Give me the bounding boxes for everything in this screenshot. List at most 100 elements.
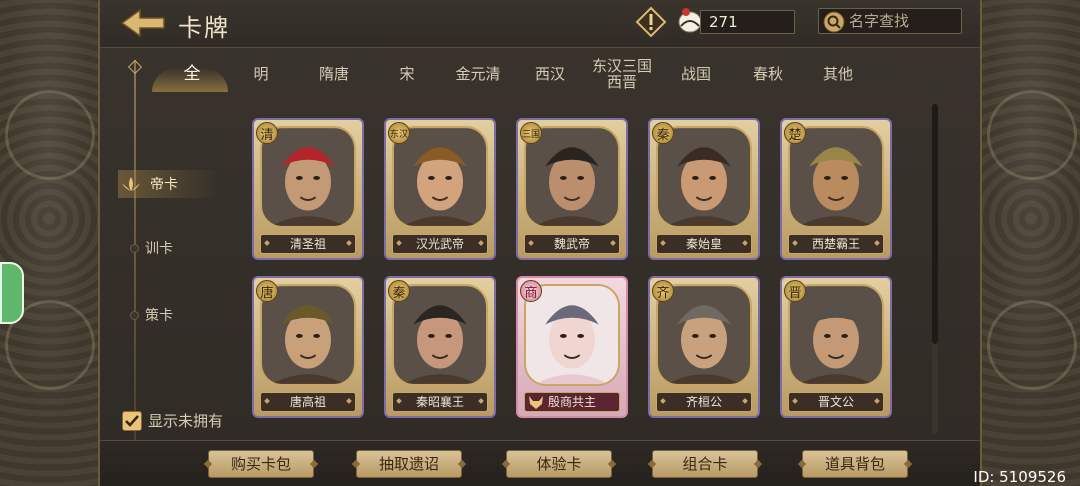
hero-card[interactable]: 唐唐高祖 xyxy=(252,276,364,418)
hero-name-plate: 晋文公 xyxy=(788,392,884,412)
portrait-frame xyxy=(524,126,620,228)
hero-card[interactable]: 商殷商共主 xyxy=(516,276,628,418)
show-unowned-toggle[interactable]: 显示未拥有 xyxy=(122,410,223,431)
dynasty-badge: 楚 xyxy=(784,122,806,144)
hero-name-plate: 魏武帝 xyxy=(524,234,620,254)
portrait-frame xyxy=(260,284,356,386)
dragon-ornament xyxy=(987,90,1077,180)
tab-chunqiu[interactable]: 春秋 xyxy=(746,52,790,96)
show-unowned-checkbox[interactable] xyxy=(122,410,142,431)
lotus-icon xyxy=(122,177,140,191)
hero-portrait xyxy=(526,128,618,226)
plate-ornament xyxy=(346,240,352,246)
hero-name: 西楚霸王 xyxy=(811,237,860,251)
hero-name: 秦始皇 xyxy=(685,237,722,251)
combo-card-button[interactable]: 组合卡 xyxy=(652,450,758,478)
portrait-frame xyxy=(656,284,752,386)
tab-all[interactable]: 全 xyxy=(172,52,212,96)
plate-ornament xyxy=(742,240,748,246)
hero-name-plate: 西楚霸王 xyxy=(788,234,884,254)
plate-ornament xyxy=(660,240,666,246)
tab-ming[interactable]: 明 xyxy=(246,52,276,96)
search-input[interactable] xyxy=(849,9,959,33)
tab-donghan-sanguo-xijin[interactable]: 东汉三国 西晋 xyxy=(588,52,656,96)
plate-ornament xyxy=(264,398,270,404)
hero-name: 清圣祖 xyxy=(289,237,326,251)
user-id-watermark: ID: 5109526 xyxy=(973,468,1066,486)
hero-portrait xyxy=(790,286,882,384)
hero-card[interactable]: 清清圣祖 xyxy=(252,118,364,260)
back-arrow-icon xyxy=(120,8,165,38)
hero-name-plate: 秦昭襄王 xyxy=(392,392,488,412)
dynasty-badge: 唐 xyxy=(256,280,278,302)
hero-card[interactable]: 三国 魏武帝 xyxy=(516,118,628,260)
plate-ornament xyxy=(660,398,666,404)
category-strategy-cards[interactable]: 策卡 xyxy=(130,305,173,325)
tab-zhanguo[interactable]: 战国 xyxy=(674,52,718,96)
tab-xihan[interactable]: 西汉 xyxy=(528,52,572,96)
hero-card[interactable]: 东汉 汉光武帝 xyxy=(384,118,496,260)
buy-card-pack-button[interactable]: 购买卡包 xyxy=(208,450,314,478)
plate-ornament xyxy=(396,240,402,246)
hero-name-plate: 唐高祖 xyxy=(260,392,356,412)
hero-portrait xyxy=(394,286,486,384)
hero-card[interactable]: 楚西楚霸王 xyxy=(780,118,892,260)
hero-portrait xyxy=(262,128,354,226)
portrait-frame xyxy=(392,126,488,228)
category-label: 帝卡 xyxy=(150,177,178,193)
hero-name: 殷商共主 xyxy=(547,395,596,409)
plate-ornament xyxy=(874,240,880,246)
portrait-frame xyxy=(524,284,620,386)
draw-edict-button[interactable]: 抽取遗诏 xyxy=(356,450,462,478)
plate-ornament xyxy=(396,398,402,404)
bullet-dot xyxy=(130,310,139,320)
search-icon xyxy=(823,11,845,33)
search-box[interactable] xyxy=(818,8,962,34)
right-ornament-band xyxy=(980,0,1080,486)
hero-name-plate: 殷商共主 xyxy=(524,392,620,412)
category-emperor-cards[interactable]: 帝卡 xyxy=(118,170,218,198)
page-title: 卡牌 xyxy=(178,14,230,42)
hero-card[interactable]: 晋晋文公 xyxy=(780,276,892,418)
tab-other[interactable]: 其他 xyxy=(816,52,860,96)
portrait-frame xyxy=(656,126,752,228)
category-label: 策卡 xyxy=(145,308,173,324)
scrollbar[interactable] xyxy=(932,104,938,434)
hero-name: 汉光武帝 xyxy=(415,237,464,251)
plate-ornament xyxy=(478,240,484,246)
portrait-frame xyxy=(392,284,488,386)
hero-name: 晋文公 xyxy=(817,395,854,409)
exclamation-icon xyxy=(635,6,667,38)
side-drawer-handle[interactable] xyxy=(0,262,24,324)
hero-portrait xyxy=(658,286,750,384)
notice-button[interactable] xyxy=(635,6,667,38)
header-bar: 卡牌 271 xyxy=(100,0,980,48)
bullet-dot xyxy=(130,243,139,253)
hero-portrait xyxy=(658,128,750,226)
category-training-cards[interactable]: 训卡 xyxy=(130,238,173,258)
plate-ornament xyxy=(792,398,798,404)
tab-suitang[interactable]: 隋唐 xyxy=(312,52,356,96)
hero-portrait xyxy=(790,128,882,226)
hero-card[interactable]: 秦秦始皇 xyxy=(648,118,760,260)
fox-icon xyxy=(529,396,543,409)
era-tabs: 全 明 隋唐 宋 金元清 西汉 东汉三国 西晋 战国 春秋 其他 xyxy=(100,52,980,96)
dynasty-badge: 商 xyxy=(520,280,542,302)
back-button[interactable] xyxy=(118,6,168,40)
hero-card[interactable]: 齐齐桓公 xyxy=(648,276,760,418)
item-bag-button[interactable]: 道具背包 xyxy=(802,450,908,478)
hero-portrait xyxy=(526,286,618,384)
hero-card[interactable]: 秦秦昭襄王 xyxy=(384,276,496,418)
hero-portrait xyxy=(262,286,354,384)
hero-name-plate: 齐桓公 xyxy=(656,392,752,412)
plate-ornament xyxy=(264,240,270,246)
category-label: 训卡 xyxy=(145,241,173,257)
dragon-ornament xyxy=(5,90,95,180)
tab-jinyuanqing[interactable]: 金元清 xyxy=(448,52,508,96)
trial-card-button[interactable]: 体验卡 xyxy=(506,450,612,478)
plate-ornament xyxy=(610,240,616,246)
show-unowned-label: 显示未拥有 xyxy=(148,412,224,430)
tab-song[interactable]: 宋 xyxy=(392,52,422,96)
portrait-frame xyxy=(788,126,884,228)
scrollbar-thumb[interactable] xyxy=(932,104,938,344)
